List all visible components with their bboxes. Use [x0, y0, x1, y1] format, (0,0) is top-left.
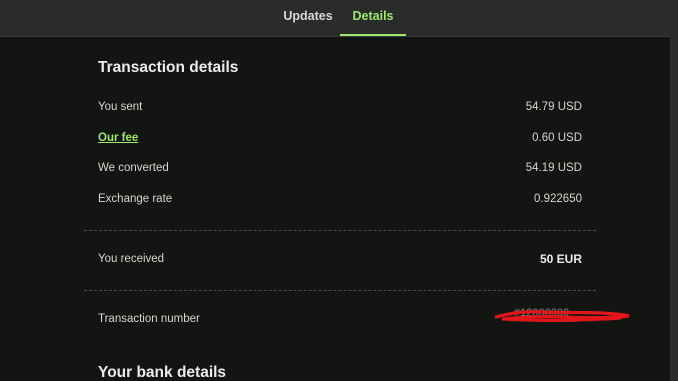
redaction-scribble: #12000000	[492, 305, 632, 325]
app-frame: Updates Details Transaction details You …	[0, 0, 678, 381]
tab-bar: Updates Details	[0, 0, 670, 37]
row-you-sent: You sent 54.79 USD	[98, 97, 582, 117]
section-title-transaction-details: Transaction details	[98, 59, 239, 76]
row-label: You received	[98, 253, 165, 265]
our-fee-link[interactable]: Our fee	[98, 128, 138, 148]
row-value: 54.19 USD	[525, 162, 582, 174]
row-label: Exchange rate	[98, 193, 173, 205]
row-exchange-rate: Exchange rate 0.922650	[98, 189, 582, 209]
row-you-received: You received 50 EUR	[98, 249, 582, 269]
row-label: Transaction number	[98, 313, 200, 325]
row-label: We converted	[98, 162, 169, 174]
row-label: You sent	[98, 101, 143, 113]
redaction-mark-icon	[494, 310, 630, 323]
tab-details[interactable]: Details	[340, 0, 406, 36]
row-value: 0.922650	[534, 193, 582, 205]
scrollbar-track[interactable]	[670, 0, 678, 381]
tab-updates[interactable]: Updates	[278, 0, 338, 36]
divider	[84, 230, 596, 231]
section-title-bank-details: Your bank details	[98, 364, 227, 381]
row-value: 0.60 USD	[532, 132, 582, 144]
received-amount: 50 EUR	[539, 252, 582, 266]
divider	[84, 290, 596, 291]
row-our-fee: Our fee 0.60 USD	[98, 128, 582, 148]
row-we-converted: We converted 54.19 USD	[98, 158, 582, 178]
row-value: 54.79 USD	[525, 101, 582, 113]
